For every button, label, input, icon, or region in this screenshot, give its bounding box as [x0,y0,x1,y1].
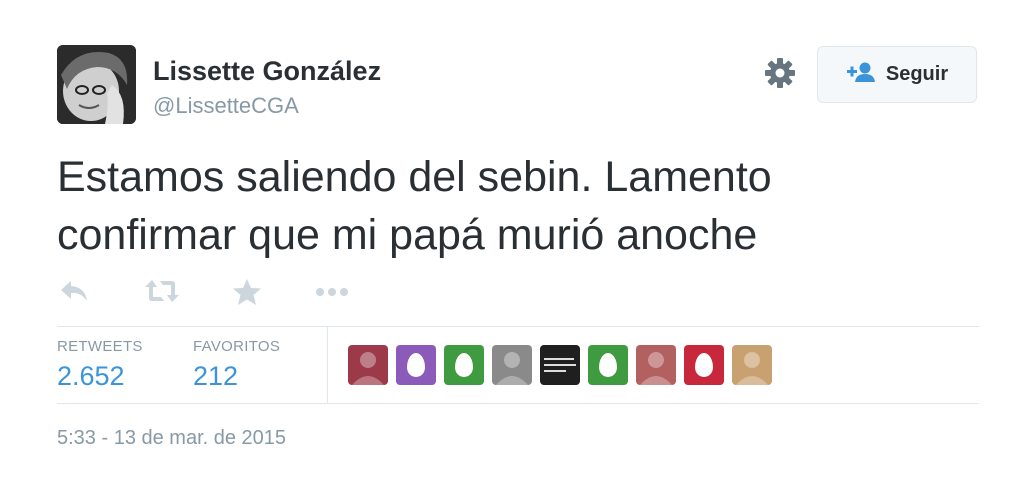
avatar[interactable] [57,45,136,124]
favoriter-avatar[interactable] [444,345,484,385]
tweet-text: Estamos saliendo del sebin. Lamento conf… [57,148,957,264]
favorite-star-icon[interactable] [232,278,262,311]
favoriters-list [348,345,772,385]
add-user-icon [846,61,876,88]
favoriter-avatar[interactable] [636,345,676,385]
favorites-label: FAVORITOS [193,338,281,355]
tweet-text-line: Estamos saliendo del sebin. Lamento [57,153,772,201]
stats-top-divider [57,326,979,327]
user-name[interactable]: Lissette González [153,56,381,87]
user-handle[interactable]: @LissetteCGA [153,93,299,119]
profile-photo-icon [352,352,384,385]
tweet-text-line: confirmar que mi papá murió anoche [57,211,758,259]
egg-icon [599,353,617,377]
text-image-icon [544,358,576,372]
retweets-label: RETWEETS [57,338,143,355]
egg-icon [455,353,473,377]
favoriter-avatar[interactable] [348,345,388,385]
gear-icon[interactable] [764,57,796,89]
profile-photo-icon [640,352,672,385]
follow-button-label: Seguir [885,63,949,85]
stats-vertical-divider [327,327,328,404]
favoriter-avatar[interactable] [588,345,628,385]
egg-icon [407,353,425,377]
tweet-timestamp[interactable]: 5:33 - 13 de mar. de 2015 [57,427,286,450]
favoriter-avatar[interactable] [732,345,772,385]
avatar-photo [57,45,136,124]
favoriter-avatar[interactable] [396,345,436,385]
reply-icon[interactable] [59,278,89,309]
favoriter-avatar[interactable] [492,345,532,385]
retweet-icon[interactable] [144,278,180,309]
favoriter-avatar[interactable] [540,345,580,385]
favorites-count[interactable]: 212 [193,361,238,392]
egg-icon [695,353,713,377]
profile-photo-icon [736,352,768,385]
follow-button[interactable]: Seguir [817,46,977,103]
retweets-count[interactable]: 2.652 [57,361,125,392]
stats-bottom-divider [57,403,979,404]
profile-photo-icon [496,352,528,385]
favoriter-avatar[interactable] [684,345,724,385]
more-dots-icon[interactable] [315,278,349,309]
